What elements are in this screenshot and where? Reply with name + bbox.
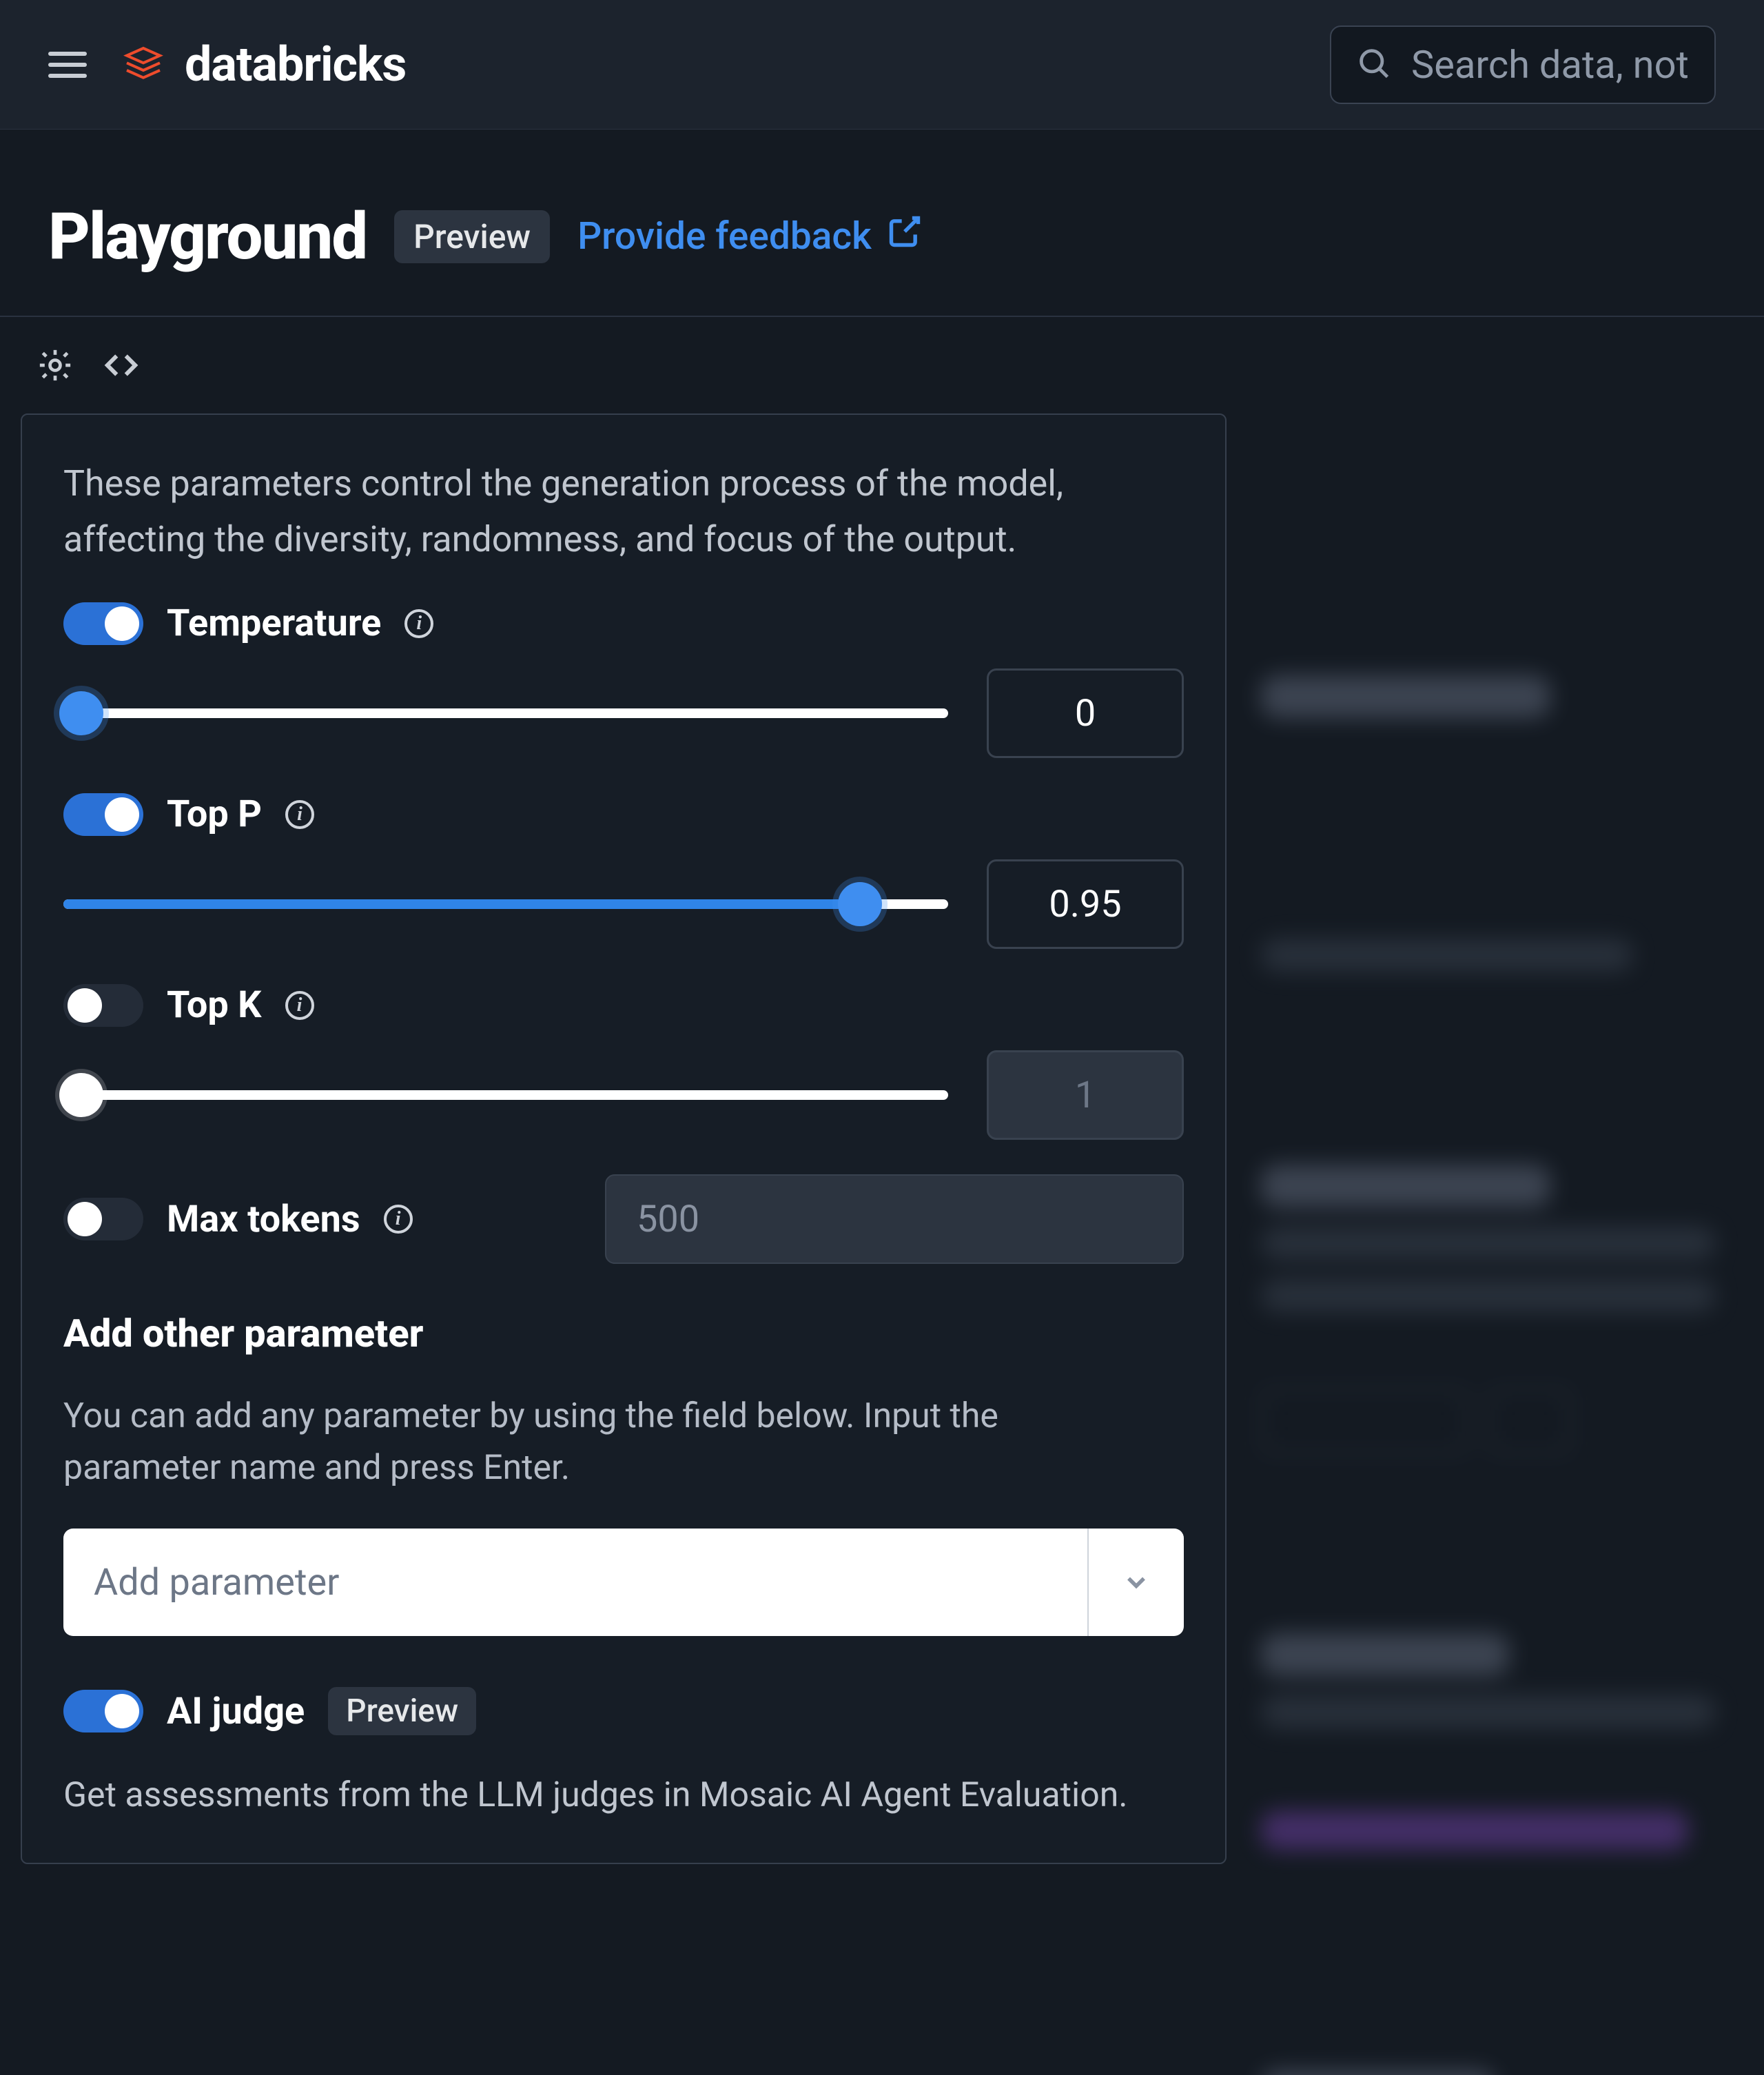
max-tokens-toggle[interactable]: [63, 1198, 143, 1240]
ai-judge-preview-badge: Preview: [328, 1687, 476, 1735]
add-param-description: You can add any parameter by using the f…: [63, 1391, 1097, 1494]
info-icon[interactable]: i: [285, 991, 314, 1020]
top-p-toggle[interactable]: [63, 793, 143, 836]
background-blur-content: [1261, 675, 1757, 2075]
brand-name: databricks: [185, 37, 406, 93]
temperature-toggle[interactable]: [63, 602, 143, 645]
ai-judge-toggle[interactable]: [63, 1690, 143, 1732]
top-p-input[interactable]: 0.95: [987, 859, 1184, 949]
feedback-link-label: Provide feedback: [577, 214, 872, 258]
param-max-tokens: Max tokens i 500: [63, 1174, 1184, 1264]
code-brackets-icon[interactable]: [101, 345, 142, 386]
param-top-p: Top P i 0.95: [63, 793, 1184, 949]
gear-icon[interactable]: [34, 345, 76, 386]
temperature-slider[interactable]: [63, 708, 948, 718]
info-icon[interactable]: i: [384, 1205, 413, 1234]
max-tokens-label: Max tokens: [167, 1198, 360, 1241]
ai-judge-label: AI judge: [167, 1690, 305, 1733]
menu-icon[interactable]: [48, 45, 87, 84]
info-icon[interactable]: i: [285, 800, 314, 829]
page-title: Playground: [48, 198, 367, 274]
temperature-input[interactable]: 0: [987, 668, 1184, 758]
top-k-input[interactable]: 1: [987, 1050, 1184, 1140]
max-tokens-input[interactable]: 500: [605, 1174, 1184, 1264]
brand[interactable]: databricks: [121, 37, 406, 93]
add-param-title: Add other parameter: [63, 1311, 1184, 1356]
param-temperature: Temperature i 0: [63, 602, 1184, 758]
search-placeholder: Search data, not: [1411, 42, 1689, 88]
chevron-down-icon[interactable]: [1087, 1529, 1184, 1636]
feedback-link[interactable]: Provide feedback: [577, 214, 923, 259]
search-icon: [1356, 45, 1392, 84]
preview-badge: Preview: [394, 210, 550, 263]
top-p-label: Top P: [167, 793, 262, 836]
top-k-slider[interactable]: [63, 1090, 948, 1100]
info-icon[interactable]: i: [404, 609, 433, 638]
generation-settings-panel: These parameters control the generation …: [21, 413, 1227, 1864]
add-param-combobox[interactable]: Add parameter: [63, 1529, 1184, 1636]
brand-logo-icon: [121, 43, 165, 87]
temperature-label: Temperature: [167, 602, 381, 645]
param-ai-judge: AI judge Preview: [63, 1687, 1184, 1735]
ai-judge-description: Get assessments from the LLM judges in M…: [63, 1770, 1184, 1821]
top-k-toggle[interactable]: [63, 984, 143, 1027]
search-input[interactable]: Search data, not: [1330, 25, 1716, 104]
settings-toolbar: [0, 317, 1764, 413]
top-k-label: Top K: [167, 983, 262, 1027]
page-header: Playground Preview Provide feedback: [0, 130, 1764, 317]
param-top-k: Top K i 1: [63, 983, 1184, 1140]
panel-description: These parameters control the generation …: [63, 456, 1180, 567]
top-p-slider[interactable]: [63, 899, 948, 909]
topbar: databricks Search data, not: [0, 0, 1764, 130]
external-link-icon: [887, 214, 923, 259]
add-param-placeholder: Add parameter: [63, 1529, 1087, 1636]
